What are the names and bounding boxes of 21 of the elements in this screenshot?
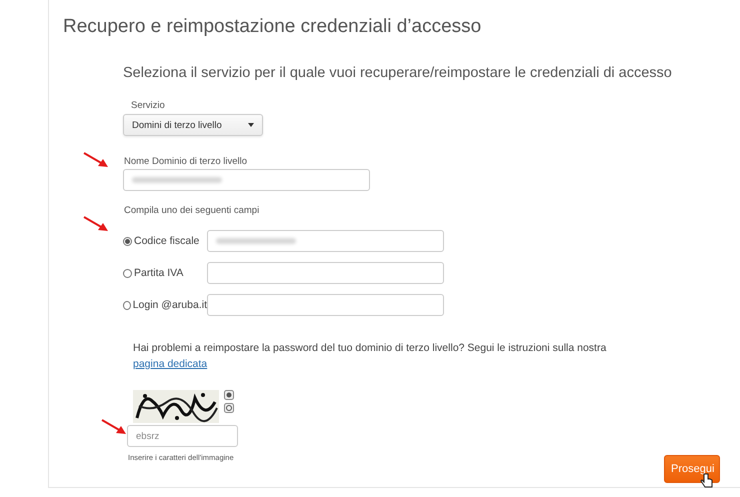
pointer-arrow-icon xyxy=(101,419,127,435)
input-field[interactable] xyxy=(123,169,370,191)
captcha-input[interactable]: ebsrz xyxy=(127,425,238,447)
radio-option[interactable]: Codice fiscale xyxy=(123,235,207,247)
pointer-arrow-icon xyxy=(83,152,109,168)
page-title: Recupero e reimpostazione credenziali d’accesso xyxy=(63,16,482,38)
input-field[interactable] xyxy=(207,294,444,316)
input-field[interactable] xyxy=(207,230,444,252)
pointer-arrow-icon xyxy=(83,216,109,232)
field-label: Servizio xyxy=(131,100,165,111)
help-link[interactable]: pagina dedicata xyxy=(133,358,208,370)
help-text: Hai problemi a reimpostare la password del tuo dominio di terzo livello? Segui le istruzioni sulla nostra pagina dedicata xyxy=(133,341,608,372)
section-subtitle: Seleziona il servizio per il quale vuoi recuperare/reimpostare le credenziali di accesso xyxy=(123,65,672,81)
hand-cursor-icon xyxy=(700,473,714,489)
service-dropdown[interactable]: Domini di terzo livello xyxy=(123,114,263,136)
radio-option[interactable]: Partita IVA xyxy=(123,267,207,279)
caret-icon xyxy=(248,123,254,127)
field-label: Nome Dominio di terzo livello xyxy=(124,156,248,167)
field-label: Compila uno dei seguenti campi xyxy=(124,205,260,216)
input-field[interactable] xyxy=(207,262,444,284)
radio-option[interactable]: Login @aruba.it xyxy=(123,299,207,311)
